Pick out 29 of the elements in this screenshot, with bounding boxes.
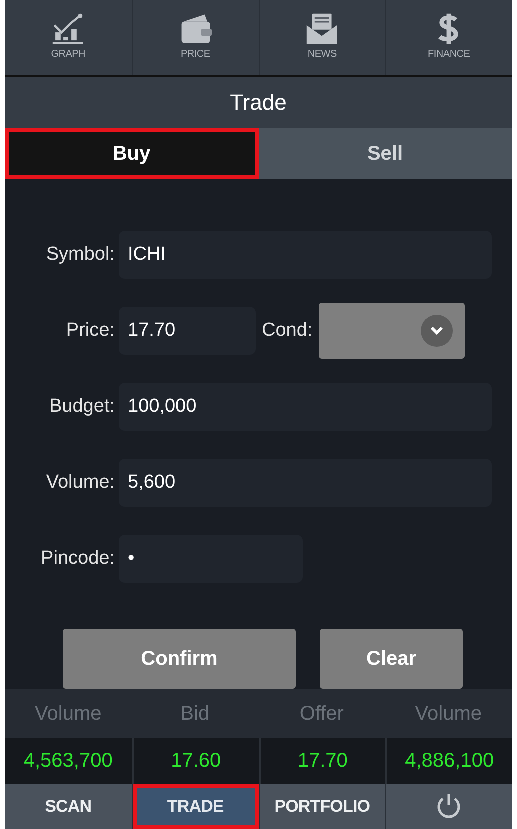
nav-tab[interactable]: TRADE	[132, 784, 258, 829]
screen-title: Trade	[5, 76, 512, 128]
nav-tab[interactable]: NEWS	[258, 0, 386, 75]
input-field[interactable]: 17.70	[119, 307, 256, 356]
input-field[interactable]: •	[119, 535, 303, 584]
action-button[interactable]: Clear	[320, 629, 463, 690]
action-button[interactable]: Confirm	[63, 629, 296, 690]
field-label: Pincode:	[40, 546, 116, 571]
nav-tab[interactable]: GRAPH	[5, 0, 132, 75]
field-label: Cond:	[261, 318, 314, 343]
column-header: Bid	[180, 702, 211, 727]
field-label: Volume:	[45, 470, 116, 495]
table-cell-text: 4,563,700	[22, 749, 114, 774]
field-label: Price:	[65, 318, 116, 343]
input-field[interactable]: ICHI	[119, 231, 492, 280]
field-label: Budget:	[48, 394, 116, 419]
input-field[interactable]: 5,600	[119, 459, 492, 508]
input-field[interactable]: 100,000	[119, 383, 492, 432]
chevron-down-icon	[420, 315, 453, 348]
nav-tab[interactable]: PRICE	[132, 0, 258, 75]
tab[interactable]: Sell	[258, 128, 512, 180]
column-header: Offer	[298, 702, 345, 727]
nav-tab[interactable]: SCAN	[5, 784, 132, 829]
field-label: Symbol:	[45, 242, 116, 267]
column-header: Volume	[414, 702, 483, 727]
nav-tab[interactable]: PORTFOLIO	[258, 784, 386, 829]
tab[interactable]: Buy	[5, 128, 258, 180]
nav-tab[interactable]: FINANCE	[385, 0, 512, 75]
column-header: Volume	[34, 702, 103, 727]
